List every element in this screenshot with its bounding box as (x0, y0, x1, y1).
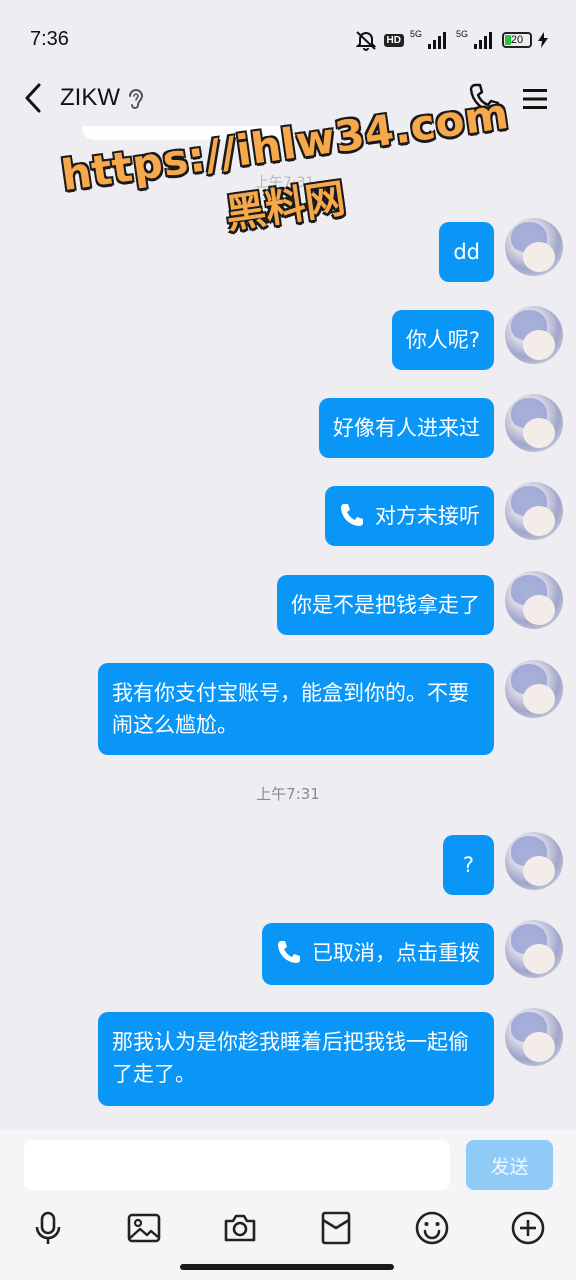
hd-badge: HD (383, 33, 404, 47)
message-text: 我有你支付宝账号，能盒到你的。不要闹这么尴尬。 (112, 681, 469, 737)
chat-screen: 7:36 HD 5G 5G 20 ZIKW 上午7:31 https://ihl… (0, 0, 576, 1280)
status-bar: 7:36 HD 5G 5G 20 (0, 0, 576, 78)
message-bubble[interactable]: 好像有人进来过 (319, 398, 494, 458)
chevron-left-icon (25, 83, 41, 113)
plus-icon[interactable] (510, 1210, 546, 1246)
avatar[interactable] (505, 482, 563, 540)
send-button[interactable]: 发送 (466, 1140, 553, 1190)
camera-icon[interactable] (222, 1210, 258, 1246)
signal2-label: 5G (455, 28, 468, 39)
previous-message-fragment (82, 126, 292, 140)
avatar[interactable] (505, 832, 563, 890)
phone-icon (278, 941, 300, 963)
input-area: 发送 (0, 1130, 576, 1280)
time-separator: 上午7:31 (256, 785, 320, 803)
message-bubble[interactable]: ? (442, 835, 494, 895)
message-text: 对方未接听 (375, 504, 480, 528)
faded-time-separator: 上午7:31 (255, 175, 315, 191)
status-time: 7:36 (30, 28, 69, 50)
battery-icon: 20 (502, 32, 532, 48)
message-bubble[interactable]: 我有你支付宝账号，能盒到你的。不要闹这么尴尬。 (98, 663, 494, 755)
contact-name[interactable]: ZIKW (60, 84, 120, 112)
avatar[interactable] (505, 920, 563, 978)
status-icons: HD 5G 5G 20 (354, 28, 548, 52)
message-text: 你是不是把钱拿走了 (291, 593, 480, 617)
message-bubble[interactable]: 你是不是把钱拿走了 (277, 575, 494, 635)
avatar[interactable] (505, 306, 563, 364)
image-icon[interactable] (126, 1210, 162, 1246)
voice-call-button[interactable] (468, 82, 500, 116)
avatar[interactable] (505, 1008, 563, 1066)
chat-header: ZIKW (0, 78, 576, 120)
message-input[interactable] (24, 1140, 450, 1190)
signal-bars-icon (427, 32, 446, 49)
message-text: 已取消，点击重拨 (312, 941, 480, 965)
avatar[interactable] (505, 394, 563, 452)
avatar[interactable] (505, 571, 563, 629)
input-toolbar (0, 1206, 576, 1254)
phone-icon (341, 504, 363, 526)
signal-bars-icon (474, 32, 492, 49)
message-bubble[interactable]: dd (439, 222, 494, 282)
message-bubble[interactable]: 你人呢? (391, 310, 494, 370)
microphone-icon[interactable] (30, 1210, 66, 1246)
message-text: 好像有人进来过 (333, 416, 480, 440)
message-text: 你人呢? (405, 328, 480, 352)
red-packet-icon[interactable] (318, 1210, 354, 1246)
avatar[interactable] (505, 660, 563, 718)
message-text: dd (453, 240, 480, 264)
home-indicator[interactable] (180, 1264, 394, 1270)
back-button[interactable] (18, 80, 48, 116)
menu-icon[interactable] (520, 84, 550, 114)
emoji-icon[interactable] (414, 1210, 450, 1246)
missed-call-bubble[interactable]: 对方未接听 (325, 486, 494, 546)
cancelled-call-bubble[interactable]: 已取消，点击重拨 (262, 923, 494, 985)
charging-icon (538, 32, 548, 48)
battery-level: 20 (510, 34, 524, 46)
message-text: ? (462, 853, 474, 877)
signal1-label: 5G (409, 28, 422, 39)
message-text: 那我认为是你趁我睡着后把我钱一起偷了走了。 (112, 1030, 469, 1086)
avatar[interactable] (505, 218, 563, 276)
message-bubble[interactable]: 那我认为是你趁我睡着后把我钱一起偷了走了。 (98, 1012, 494, 1106)
mute-bell-icon (355, 31, 376, 51)
ear-icon (129, 89, 144, 109)
